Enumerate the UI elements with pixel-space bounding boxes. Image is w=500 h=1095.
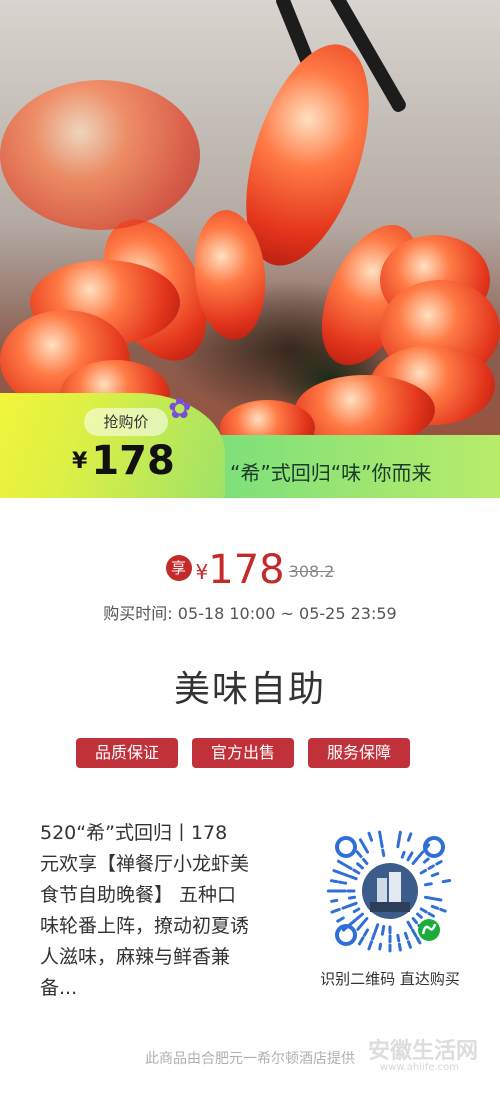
qr-ray — [358, 838, 365, 846]
qr-ray — [422, 857, 430, 864]
qr-ray — [347, 901, 358, 908]
qr-ray — [360, 917, 369, 927]
qr-ray — [367, 940, 374, 951]
qr-ray — [367, 831, 374, 842]
purchase-time-label: 购买时间: — [103, 604, 173, 623]
qr-ray — [362, 843, 369, 854]
qr-ray — [337, 880, 348, 885]
qr-ray — [397, 830, 402, 840]
badge-service: 服务保障 — [308, 738, 410, 768]
qr-ray — [427, 864, 435, 870]
qr-ray — [416, 912, 423, 919]
product-description: 520“希”式回归丨178 元欢享【禅餐厅小龙虾美 食节自助晚餐】 五种口 味轮… — [40, 818, 280, 1004]
qr-ray — [435, 860, 443, 866]
watermark-url: www.ahlife.com — [380, 1062, 460, 1073]
qr-ray — [330, 898, 339, 903]
qr-ray — [362, 928, 369, 937]
description-line: 味轮番上阵，撩动初夏诱 — [40, 915, 250, 937]
qr-ray — [400, 850, 406, 859]
qr-ray — [406, 832, 413, 842]
description-line: 备... — [40, 977, 78, 999]
qr-code-label: 识别二维码 直达购买 — [320, 970, 460, 988]
qr-ray — [396, 933, 401, 943]
qr-ray — [380, 924, 386, 936]
qr-ray — [356, 862, 364, 870]
qr-ray — [439, 907, 447, 913]
product-title: 美味自助 — [173, 669, 326, 710]
qr-ray — [347, 895, 357, 900]
corner-eye-icon — [335, 836, 357, 858]
description-line: 元欢享【禅餐厅小龙虾美 — [40, 853, 250, 875]
original-price: 308.2 — [288, 562, 335, 581]
qr-ray — [352, 907, 361, 914]
purchase-time: 购买时间: 05-18 10:00 ~ 05-25 23:59 — [0, 600, 500, 624]
qr-ray — [403, 931, 409, 940]
qr-ray — [430, 904, 440, 910]
qr-ray — [348, 874, 358, 881]
crayfish — [0, 80, 200, 230]
qr-ray — [348, 918, 358, 927]
promo-price-value: 178 — [91, 438, 175, 484]
purchase-time-value: 05-18 10:00 ~ 05-25 23:59 — [177, 604, 397, 623]
qr-ray — [423, 882, 433, 887]
qr-ray — [417, 850, 425, 859]
qr-ray — [373, 923, 380, 934]
qr-ray — [341, 904, 350, 910]
qr-ray — [406, 851, 414, 862]
qr-ray — [427, 912, 436, 918]
description-line: 520“希”式回归丨178 — [40, 822, 228, 844]
guarantee-badges: 品质保证 官方出售 服务保障 — [76, 738, 416, 768]
qr-ray — [336, 859, 345, 866]
currency-symbol: ¥ — [195, 560, 209, 584]
qr-ray — [430, 872, 440, 878]
qr-ray — [330, 907, 341, 914]
qr-ray — [336, 916, 345, 923]
price-row: 享 ¥178 308.2 — [0, 547, 500, 593]
qr-ray — [332, 869, 341, 875]
qr-ray — [356, 923, 363, 931]
qr-ray — [411, 856, 419, 865]
qr-ray — [396, 837, 401, 849]
promo-price: ¥178 — [72, 438, 175, 484]
qr-ray — [419, 868, 428, 875]
qr-ray — [381, 848, 386, 858]
description-line: 人滋味，麻辣与鲜香兼 — [40, 946, 231, 968]
mini-program-logo-icon — [418, 919, 440, 941]
qr-ray — [343, 863, 353, 870]
qr-ray — [379, 838, 384, 849]
promo-slogan: “希”式回归“味”你而来 — [230, 461, 432, 485]
qr-ray — [357, 936, 365, 946]
qr-ray — [371, 931, 377, 941]
qr-ray — [329, 879, 339, 884]
qr-ray — [362, 858, 369, 865]
watermark-text: 安徽生活网 — [368, 1039, 479, 1064]
qr-ray — [355, 850, 363, 859]
enjoy-badge: 享 — [165, 555, 192, 581]
currency-symbol: ¥ — [72, 449, 88, 474]
flower-icon: ✿ — [168, 392, 192, 425]
badge-quality: 品质保证 — [76, 738, 178, 768]
qr-ray — [441, 878, 452, 884]
qr-ray — [419, 907, 428, 914]
qr-ray — [406, 940, 412, 949]
mini-program-qr-code[interactable] — [325, 826, 455, 956]
qr-ray — [411, 917, 419, 925]
qr-ray — [406, 920, 413, 929]
qr-ray — [411, 928, 418, 938]
qr-ray — [432, 897, 443, 902]
qr-ray — [415, 936, 422, 945]
qr-ray — [352, 868, 361, 875]
badge-official: 官方出售 — [192, 738, 294, 768]
description-line: 食节自助晚餐】 五种口 — [40, 884, 237, 906]
qr-ray — [378, 830, 383, 840]
flash-price-tag: 抢购价 — [84, 408, 168, 436]
qr-ray — [339, 871, 350, 878]
qr-ray — [397, 942, 402, 952]
current-price: 178 — [208, 547, 285, 593]
qr-ray — [355, 912, 364, 921]
qr-ray — [378, 942, 383, 951]
qr-ray — [423, 895, 435, 901]
